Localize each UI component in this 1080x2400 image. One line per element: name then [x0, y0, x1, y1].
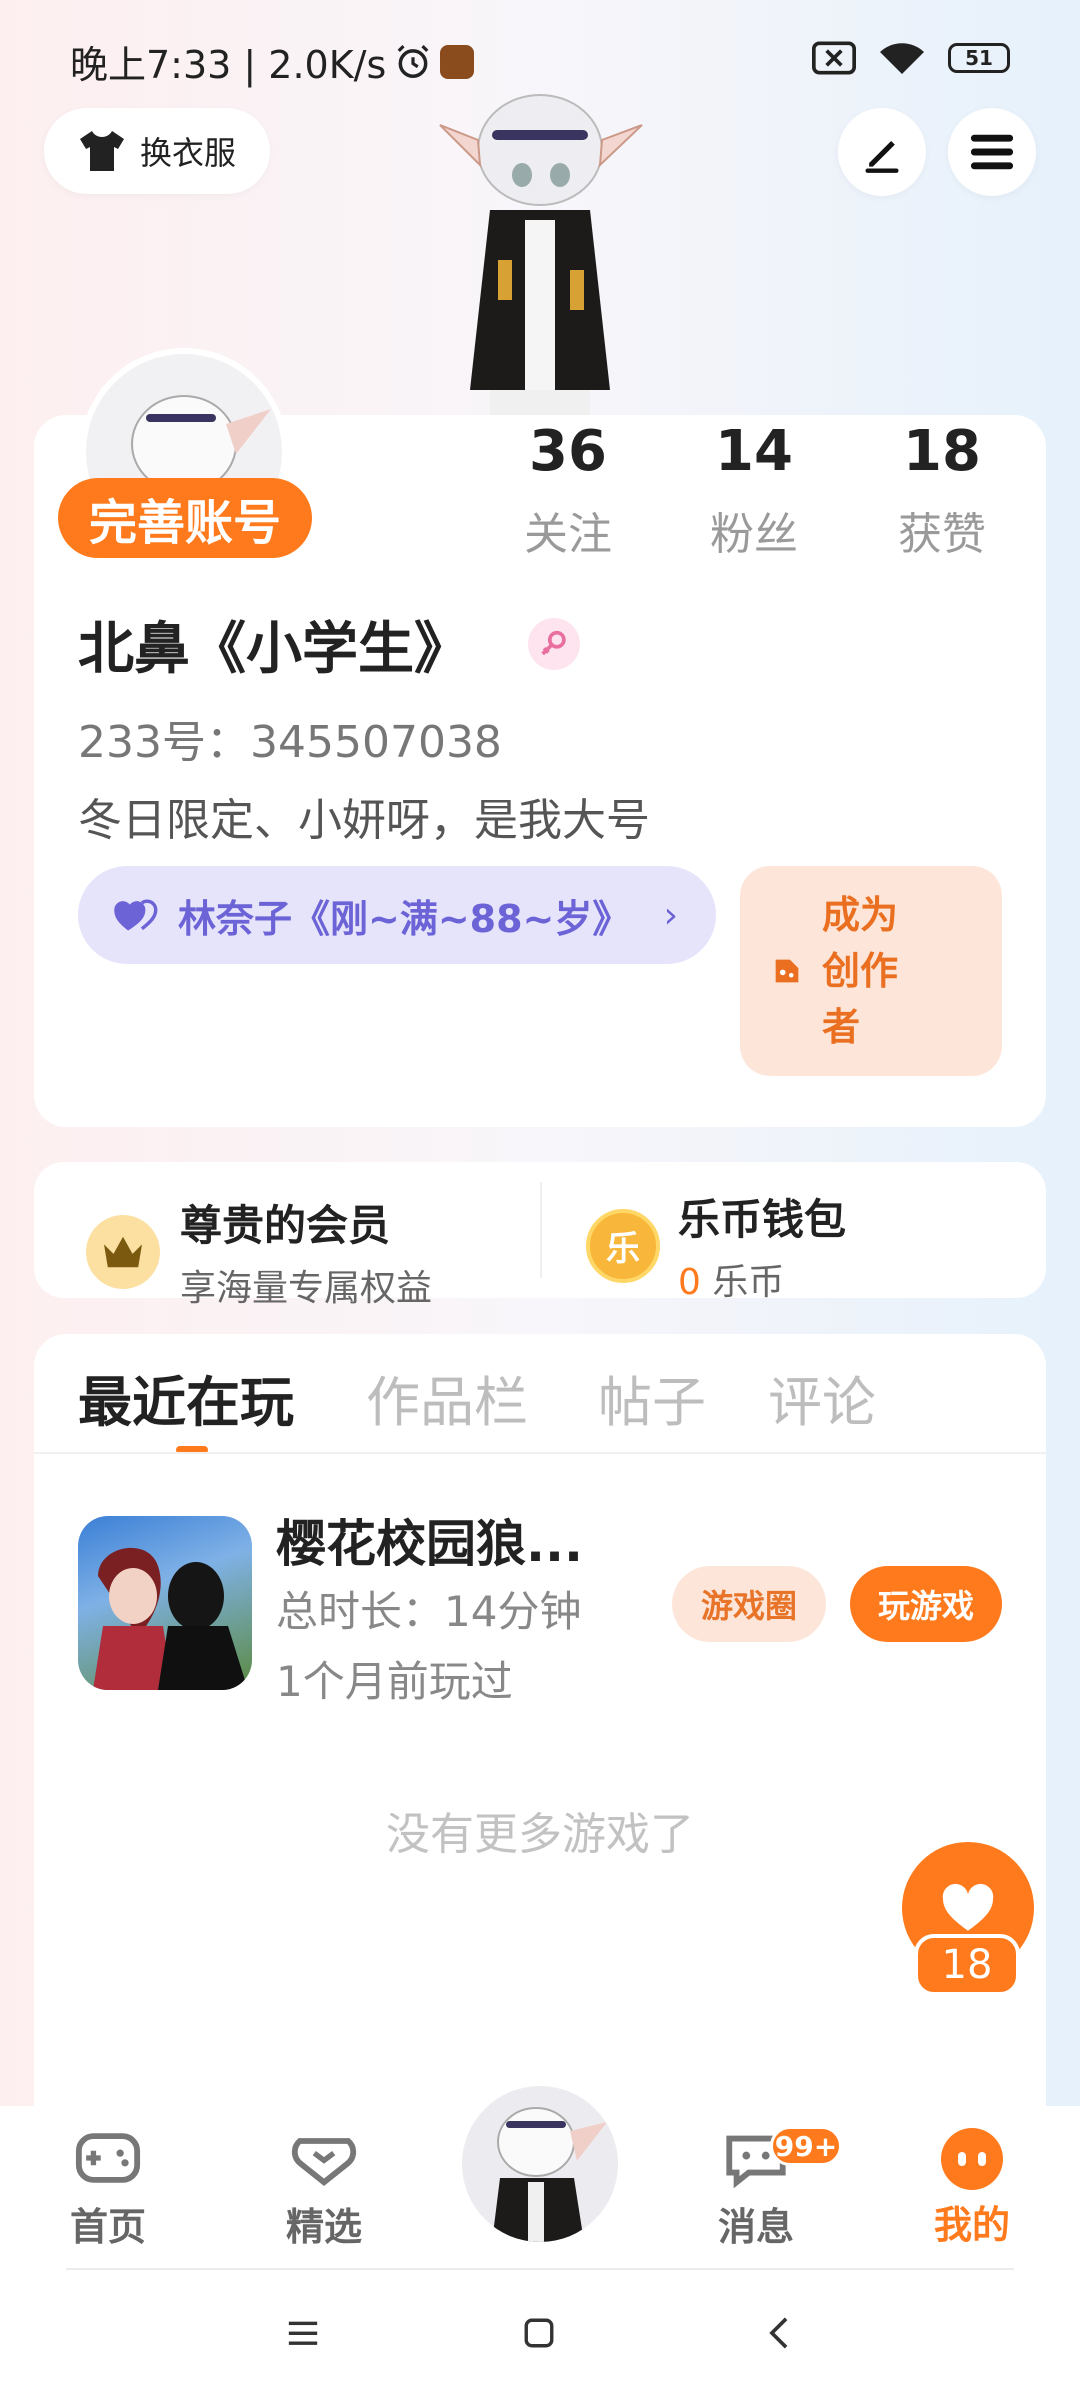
content-card: [34, 1334, 1046, 2134]
tshirt-icon: [79, 131, 124, 171]
hamburger-icon: [970, 134, 1014, 170]
nav-messages-label: 消息: [717, 2205, 794, 2249]
center-avatar-button[interactable]: [462, 2086, 618, 2242]
back-icon[interactable]: [766, 2316, 792, 2350]
complete-account-button[interactable]: 完善账号: [58, 478, 312, 558]
fans-label: 粉丝: [710, 509, 798, 560]
wardrobe-button[interactable]: 换衣服: [44, 108, 270, 194]
home-system-icon[interactable]: [522, 2316, 556, 2350]
user-bio: 冬日限定、小妍呀，是我大号: [78, 795, 650, 846]
crown-icon: [86, 1214, 160, 1289]
messages-badge: 99+: [770, 2126, 842, 2166]
game-artwork: [93, 1547, 248, 1690]
user-id: 233号：345507038: [78, 717, 502, 768]
tab-posts[interactable]: 帖子: [598, 1358, 706, 1437]
partner-name: 林奈子《刚~满~88~岁》: [178, 896, 631, 941]
partner-link[interactable]: 林奈子《刚~满~88~岁》 ›: [78, 866, 716, 964]
wallet-unit: 乐币: [712, 1262, 785, 1303]
battery-level: 51: [965, 46, 993, 70]
wifi-icon: [880, 43, 924, 74]
tabs-divider: [34, 1452, 1046, 1454]
nav-featured-label: 精选: [285, 2205, 362, 2249]
nav-me[interactable]: 我的: [902, 2128, 1042, 2249]
wallet-title: 乐币钱包: [678, 1195, 847, 1244]
nav-me-label: 我的: [933, 2203, 1010, 2247]
stat-following[interactable]: 36 关注: [488, 424, 648, 562]
no-more-games-text: 没有更多游戏了: [386, 1809, 694, 1860]
character-avatar-image[interactable]: [420, 90, 660, 415]
nav-home[interactable]: 首页: [38, 2128, 178, 2251]
pen-icon: [865, 141, 899, 173]
like-count: 18: [914, 1934, 1020, 1996]
wallet-entry[interactable]: 乐 乐币钱包 0 乐币: [586, 1186, 846, 1305]
stat-fans[interactable]: 14 粉丝: [674, 424, 834, 562]
chevron-right-icon: ›: [663, 894, 678, 936]
become-creator-label: 成为创作者: [822, 893, 899, 1049]
game-icon[interactable]: [78, 1516, 252, 1690]
stat-likes[interactable]: 18 获赞: [862, 424, 1022, 562]
following-label: 关注: [524, 509, 612, 560]
likes-count: 18: [903, 419, 981, 484]
member-divider: [540, 1182, 542, 1278]
play-game-button[interactable]: 玩游戏: [850, 1566, 1002, 1642]
gamepad-badge-icon: [775, 959, 799, 983]
vip-subtitle: 享海量专属权益: [180, 1268, 433, 1309]
nav-home-label: 首页: [69, 2205, 146, 2249]
game-circle-button[interactable]: 游戏圈: [672, 1566, 826, 1642]
coin-icon: 乐: [586, 1208, 660, 1283]
edit-button[interactable]: [838, 108, 926, 196]
double-heart-icon: [114, 899, 158, 931]
alarm-icon: [397, 44, 429, 78]
username: 北鼻《小学生》: [78, 617, 470, 682]
following-count: 36: [529, 419, 607, 484]
status-time-speed: 晚上7:33 | 2.0K/s: [70, 34, 475, 89]
center-avatar-image: [492, 2107, 607, 2242]
vip-title: 尊贵的会员: [180, 1201, 391, 1250]
wardrobe-label: 换衣服: [139, 134, 236, 172]
face-icon: [941, 2128, 1003, 2190]
status-time: 晚上7:33 | 2.0K/s: [70, 43, 387, 87]
wallet-amount: 0: [678, 1262, 701, 1303]
tab-works[interactable]: 作品栏: [366, 1358, 528, 1437]
app-notification-icon: [440, 44, 475, 79]
game-duration: 总时长：14分钟: [276, 1587, 582, 1636]
likes-label: 获赞: [898, 509, 986, 560]
battery-icon: 51: [948, 43, 1010, 73]
wallet-balance: 0 乐币: [678, 1253, 846, 1305]
fans-count: 14: [715, 419, 793, 484]
gamepad-icon: [75, 2133, 141, 2183]
menu-button[interactable]: [948, 108, 1036, 196]
tab-comments[interactable]: 评论: [768, 1358, 876, 1437]
recents-icon[interactable]: [286, 2318, 320, 2348]
tab-recently-played[interactable]: 最近在玩: [78, 1358, 294, 1437]
nav-featured[interactable]: 精选: [254, 2128, 394, 2251]
become-creator-button[interactable]: 成为创作者: [740, 866, 1002, 1076]
game-title[interactable]: 樱花校园狼...: [276, 1504, 583, 1576]
sim-icon: [812, 41, 856, 75]
female-gender-icon: [528, 618, 580, 670]
status-icons: 51: [812, 40, 1010, 76]
game-last-played: 1个月前玩过: [276, 1657, 513, 1706]
heart-icon: [942, 1883, 994, 1931]
heart-chat-icon: [291, 2138, 357, 2187]
vip-entry[interactable]: 尊贵的会员 享海量专属权益: [86, 1192, 432, 1311]
